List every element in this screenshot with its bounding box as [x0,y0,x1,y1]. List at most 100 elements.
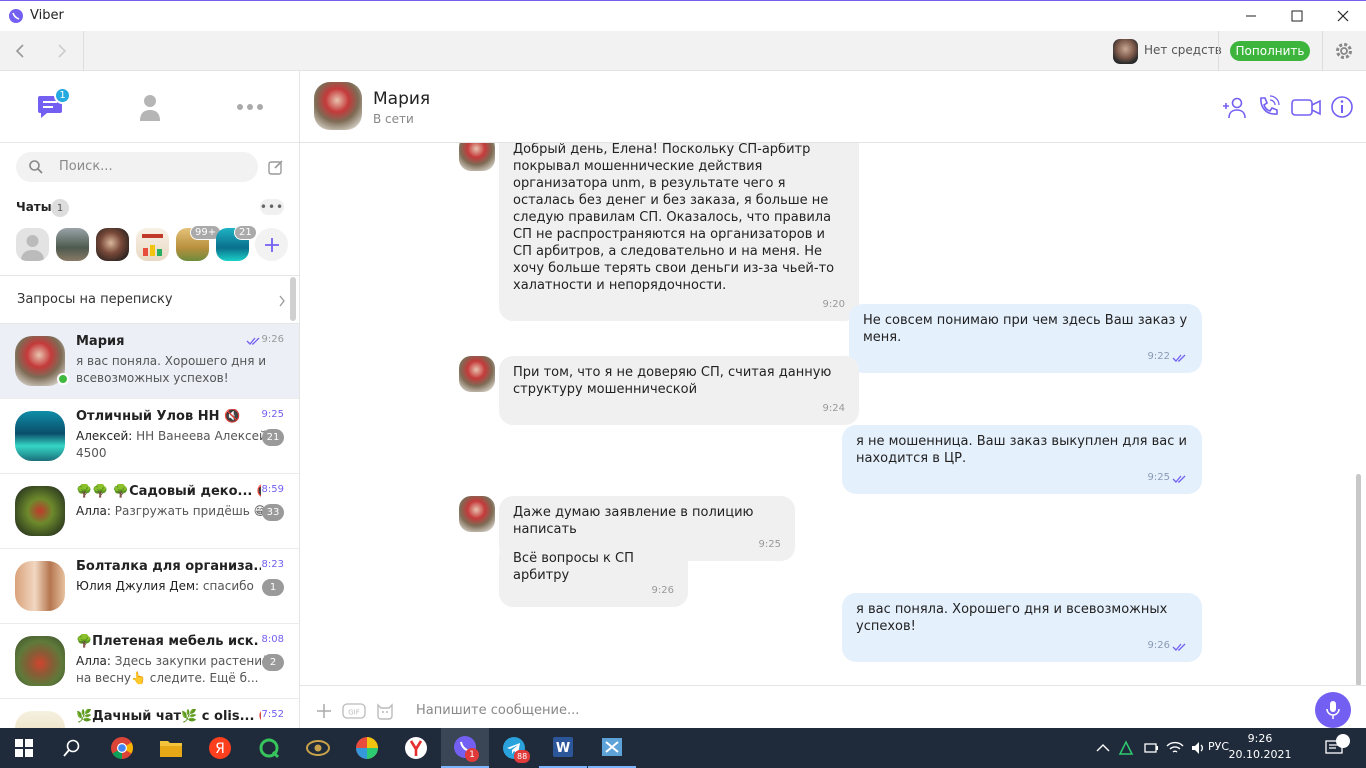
messages-scrollbar[interactable] [1356,474,1361,686]
message-outgoing[interactable]: Не совсем понимаю при чем здесь Ваш зака… [849,304,1202,373]
chats-more-button[interactable]: ••• [260,199,284,215]
chevron-up-icon[interactable] [1096,742,1110,754]
topup-button[interactable]: Пополнить [1230,41,1310,61]
search-placeholder: Поиск... [59,159,113,174]
pinned-chat-3[interactable] [96,228,129,261]
message-requests-item[interactable]: Запросы на переписку [0,277,290,323]
message-time: 9:22 [1147,351,1170,362]
svg-text:W: W [556,741,570,756]
add-pinned-button[interactable] [255,228,288,261]
video-call-icon[interactable] [1290,94,1322,120]
chat-avatar [15,486,65,536]
contact-avatar[interactable] [314,82,362,130]
voice-message-button[interactable] [1315,692,1351,728]
yandex-app[interactable]: Я [196,728,244,768]
file-explorer-app[interactable] [147,728,195,768]
snipping-tool-app[interactable] [588,728,636,768]
account-avatar[interactable] [1113,39,1138,64]
viber-logo-icon [9,9,23,23]
balance-text: Нет средств [1144,43,1222,57]
battery-icon[interactable] [1143,740,1159,756]
compose-icon[interactable] [266,157,286,177]
message-outgoing[interactable]: я вас поняла. Хорошего дня и всевозможны… [842,593,1202,662]
message-input[interactable]: Напишите сообщение... [416,703,579,718]
add-participant-icon[interactable] [1222,94,1248,120]
forward-button[interactable] [42,31,82,71]
volume-icon[interactable] [1190,740,1206,756]
tab-more[interactable] [230,85,270,129]
close-button[interactable] [1320,1,1366,31]
minimize-button[interactable] [1228,1,1274,31]
start-button[interactable] [0,728,48,768]
pinned-chat-2[interactable] [56,228,89,261]
taskbar-search-button[interactable] [48,728,96,768]
pinned-chat-1[interactable] [16,228,49,261]
sender-avatar[interactable] [459,143,495,171]
more-dots-icon [237,104,263,110]
message-text: Даже думаю заявление в полицию написать [513,505,754,537]
sender-avatar[interactable] [459,356,495,392]
viber-taskbar-badge: 1 [465,748,479,762]
sender-avatar[interactable] [459,496,495,532]
chat-list-item[interactable]: 🌿Дачный чат🌿 с olis... 🔇 7:52 [0,699,299,728]
telegram-app[interactable]: 88 [490,728,538,768]
info-icon[interactable] [1329,94,1355,120]
tray-app-icon[interactable] [1118,740,1134,756]
chat-header: Мария В сети [300,71,1366,143]
chat-list-item[interactable]: Мария 9:26 я вас поняла. Хорошего дня и … [0,324,299,399]
double-check-icon [1172,475,1186,483]
chat-time: 9:25 [261,409,284,420]
unread-count: 2 [262,654,284,671]
sticker-icon[interactable] [375,701,395,721]
message-outgoing[interactable]: я не мошенница. Ваш заказ выкуплен для в… [842,425,1202,494]
unread-count: 1 [262,579,284,596]
eye-app[interactable] [294,728,342,768]
pinned-chat-4[interactable] [136,228,169,261]
contact-name[interactable]: Мария [373,89,430,109]
svg-text:Я: Я [215,741,225,757]
message-incoming[interactable]: При том, что я не доверяю СП, считая дан… [499,356,859,425]
plus-icon[interactable] [316,703,332,719]
message-time: 9:24 [822,403,845,414]
person-icon [140,95,160,121]
folder-icon [160,741,182,757]
gear-icon[interactable] [1333,40,1355,62]
chat-list-item[interactable]: Отличный Улов НН 🔇 9:25 Алексей: НН Ване… [0,399,299,474]
chat-list-item[interactable]: Болталка для организа... 🔇 8:23 Юлия Джу… [0,549,299,624]
qip-app[interactable] [245,728,293,768]
phone-call-icon[interactable] [1255,94,1281,120]
pinned-chat-4-image [142,234,163,256]
wifi-icon[interactable] [1166,740,1184,756]
tab-chats[interactable]: 1 [30,85,71,129]
back-button[interactable] [0,31,40,71]
unread-count: 21 [262,429,284,446]
chat-last-message: Алла: Здесь закупки растений на весну👆 с… [76,654,270,685]
chat-last-message: Алексей: НН Ванеева Алексей 4500 [76,429,267,460]
svg-text:GIF: GIF [348,709,360,717]
yandex-browser-icon [405,737,427,759]
chat-list-item[interactable]: 🌳🌳 🌳Садовый деко... 🔇 8:59 Алла: Разгруж… [0,474,299,549]
word-app[interactable]: W [539,728,587,768]
chat-list-item[interactable]: 🌳Плетеная мебель иск. ... 8:08 Алла: Зде… [0,624,299,699]
chat-name: Отличный Улов НН 🔇 [76,409,241,424]
yandex-browser-app[interactable] [392,728,440,768]
message-list[interactable]: Добрый день, Елена! Поскольку СП-арбитр … [300,143,1366,685]
chrome-icon [111,737,133,759]
color-wheel-icon [356,737,378,759]
gif-icon[interactable]: GIF [342,703,366,719]
tab-contacts[interactable] [130,85,170,129]
taskbar-clock[interactable]: 9:26 20.10.2021 [1220,731,1300,763]
message-text: я не мошенница. Ваш заказ выкуплен для в… [856,434,1187,466]
message-text: я вас поняла. Хорошего дня и всевозможны… [856,602,1168,634]
message-incoming[interactable]: Всё вопросы к СП арбитру 9:26 [499,542,688,607]
message-incoming[interactable]: Добрый день, Елена! Поскольку СП-арбитр … [499,143,859,321]
chat-name: 🌳🌳 🌳Садовый деко... 🔇 [76,484,261,499]
chat-list-scrollbar[interactable] [290,277,296,321]
chevron-left-icon [15,44,24,58]
chevron-right-icon [58,44,67,58]
chrome-app[interactable] [98,728,146,768]
maximize-button[interactable] [1274,1,1320,31]
viber-app[interactable]: 1 [441,728,489,768]
search-input[interactable]: Поиск... [16,152,258,182]
photo-app[interactable] [343,728,391,768]
